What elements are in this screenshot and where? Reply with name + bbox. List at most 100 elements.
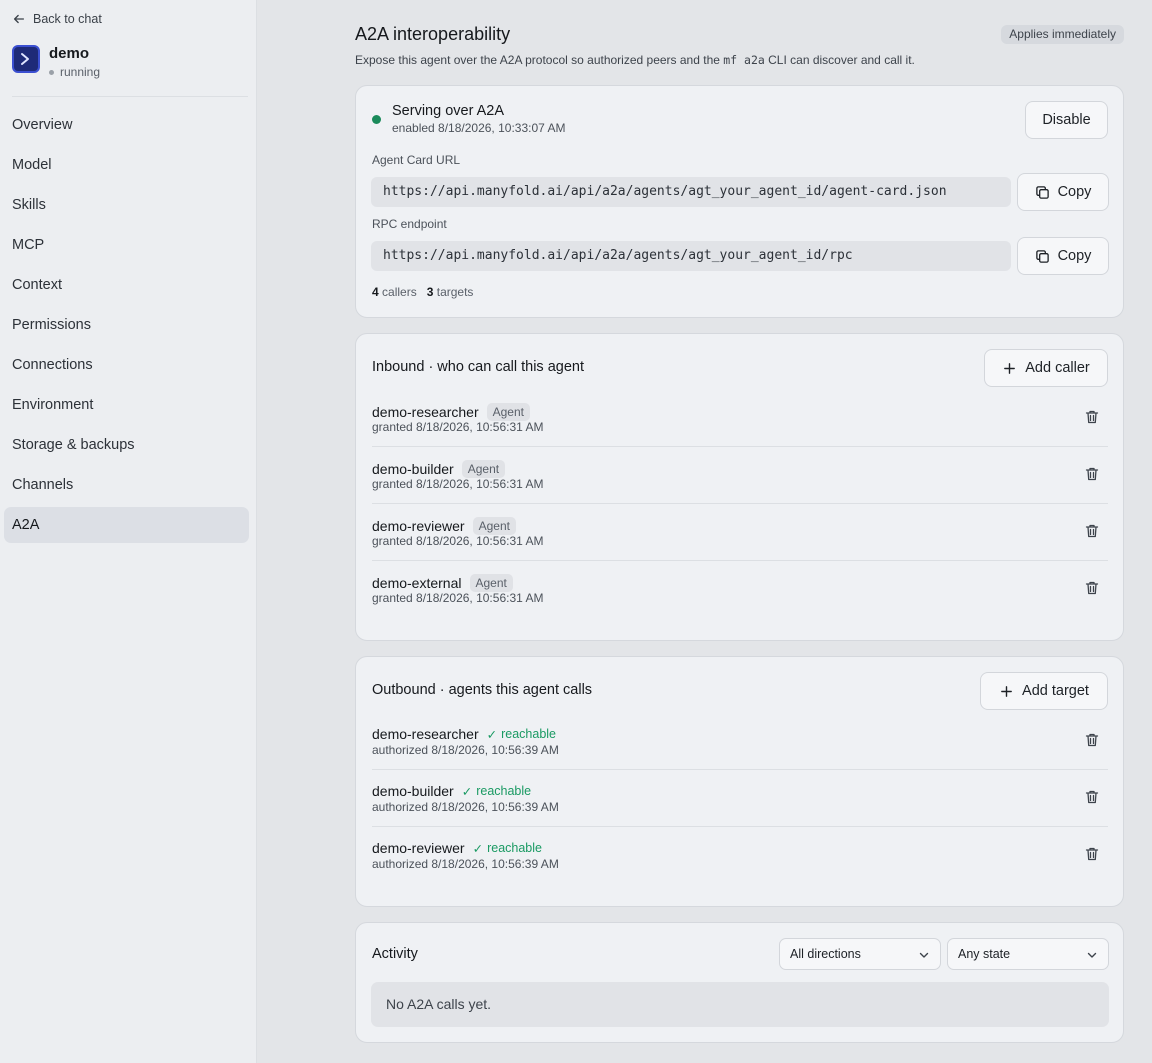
granted-time: granted 8/18/2026, 10:56:31 AM (372, 420, 544, 434)
agent-name: demo-external (372, 575, 462, 591)
reachable-status: ✓ reachable (473, 841, 542, 856)
sidebar-item-skills[interactable]: Skills (4, 187, 249, 223)
rpc-endpoint-field[interactable]: https://api.manyfold.ai/api/a2a/agents/a… (371, 241, 1011, 271)
rpc-endpoint-label: RPC endpoint (372, 217, 447, 231)
list-item: demo-reviewer Agent granted 8/18/2026, 10:… (372, 504, 1108, 561)
add-caller-label: Add caller (1025, 360, 1090, 376)
list-item-name-line: demo-external Agent (372, 574, 513, 592)
agent-name: demo-builder (372, 783, 454, 799)
agent-name: demo-researcher (372, 726, 479, 742)
copy-label: Copy (1057, 248, 1092, 264)
activity-card: Activity All directions Any state No A2A… (355, 922, 1124, 1043)
reachable-status: ✓ reachable (462, 784, 531, 799)
sidebar-item-mcp[interactable]: MCP (4, 227, 249, 263)
check-icon: ✓ (472, 841, 484, 856)
agent-card-url-label: Agent Card URL (372, 153, 461, 167)
reachable-label: reachable (501, 727, 556, 741)
granted-time: authorized 8/18/2026, 10:56:39 AM (372, 743, 559, 757)
list-item-name-line: demo-researcher ✓ reachable (372, 726, 556, 742)
back-to-chat-link[interactable]: Back to chat (12, 11, 102, 27)
add-target-button[interactable]: Add target (980, 672, 1108, 710)
direction-select-value: All directions (790, 947, 861, 961)
trash-icon[interactable] (1084, 580, 1100, 596)
serving-status-dot-icon (372, 115, 381, 124)
outbound-title: Outbound · agents this agent calls (372, 682, 593, 698)
agent-name: demo-builder (372, 461, 454, 477)
inbound-card: Inbound · who can call this agent Add ca… (355, 333, 1124, 641)
list-item: demo-reviewer ✓ reachable authorized 8/18/2… (372, 827, 1108, 884)
agent-type-badge: Agent (461, 460, 506, 478)
copy-rpc-endpoint-button[interactable]: Copy (1017, 237, 1109, 275)
list-item-name-line: demo-builder ✓ reachable (372, 783, 531, 799)
caller-target-counts: 4 callers 3 targets (372, 285, 473, 299)
direction-select[interactable]: All directions (779, 938, 941, 970)
list-item: demo-researcher Agent granted 8/18/2026, 1… (372, 390, 1108, 447)
trash-icon[interactable] (1084, 732, 1100, 748)
list-item-name-line: demo-builder Agent (372, 460, 506, 478)
list-item: demo-researcher ✓ reachable authorized 8/18… (372, 713, 1108, 770)
desc-text-end: CLI can discover and call it. (764, 53, 915, 67)
list-item: demo-external Agent granted 8/18/2026, 10:… (372, 561, 1108, 618)
granted-time: granted 8/18/2026, 10:56:31 AM (372, 591, 544, 605)
targets-count: 3 targets (426, 285, 474, 299)
agent-name: demo-reviewer (372, 518, 465, 534)
sidebar-item-permissions[interactable]: Permissions (4, 307, 249, 343)
disable-label: Disable (1042, 112, 1091, 128)
sidebar-item-storage-backups[interactable]: Storage & backups (4, 427, 249, 463)
page-description: Expose this agent over the A2A protocol … (355, 53, 915, 67)
agent-name: demo-researcher (372, 404, 479, 420)
trash-icon[interactable] (1084, 789, 1100, 805)
applies-badge: Applies immediately (1001, 25, 1124, 44)
check-icon: ✓ (461, 784, 473, 799)
check-icon: ✓ (486, 727, 498, 742)
copy-agent-card-url-button[interactable]: Copy (1017, 173, 1109, 211)
sidebar-divider (12, 96, 248, 97)
activity-empty-state: No A2A calls yet. (371, 982, 1109, 1027)
desc-text: Expose this agent over the A2A protocol … (355, 53, 724, 67)
serving-card: Serving over A2A enabled 8/18/2026, 10:3… (355, 85, 1124, 318)
copy-icon (1035, 249, 1049, 263)
add-target-label: Add target (1022, 683, 1089, 699)
granted-time: granted 8/18/2026, 10:56:31 AM (372, 534, 544, 548)
agent-type-badge: Agent (486, 403, 530, 421)
agent-type-badge: Agent (469, 574, 513, 592)
desc-code: mf a2a (723, 53, 765, 67)
state-select[interactable]: Any state (947, 938, 1109, 970)
agent-header: demo running (12, 44, 100, 79)
chevron-down-icon (1087, 952, 1097, 958)
agent-logo-icon (12, 45, 40, 73)
list-item-name-line: demo-reviewer ✓ reachable (372, 840, 542, 856)
agent-type-badge: Agent (472, 517, 516, 535)
chevron-down-icon (919, 952, 929, 958)
sidebar-item-context[interactable]: Context (4, 267, 249, 303)
outbound-card: Outbound · agents this agent calls Add t… (355, 656, 1124, 907)
trash-icon[interactable] (1084, 409, 1100, 425)
sidebar-item-overview[interactable]: Overview (4, 107, 249, 143)
trash-icon[interactable] (1084, 523, 1100, 539)
back-label: Back to chat (33, 12, 102, 26)
copy-icon (1035, 185, 1049, 199)
sidebar-nav: Overview Model Skills MCP Context Permis… (4, 107, 249, 547)
plus-icon (1001, 685, 1012, 697)
sidebar-item-connections[interactable]: Connections (4, 347, 249, 383)
granted-time: authorized 8/18/2026, 10:56:39 AM (372, 800, 559, 814)
disable-button[interactable]: Disable (1025, 101, 1108, 139)
sidebar-item-channels[interactable]: Channels (4, 467, 249, 503)
reachable-status: ✓ reachable (487, 727, 556, 742)
sidebar-item-environment[interactable]: Environment (4, 387, 249, 423)
list-item: demo-builder Agent granted 8/18/2026, 10:5… (372, 447, 1108, 504)
sidebar-item-model[interactable]: Model (4, 147, 249, 183)
trash-icon[interactable] (1084, 466, 1100, 482)
arrow-left-icon (13, 14, 25, 24)
sidebar-item-a2a[interactable]: A2A (4, 507, 249, 543)
page-title: A2A interoperability (355, 24, 511, 44)
copy-label: Copy (1057, 184, 1092, 200)
list-item: demo-builder ✓ reachable authorized 8/18/20… (372, 770, 1108, 827)
list-item-name-line: demo-reviewer Agent (372, 517, 516, 535)
list-item-name-line: demo-researcher Agent (372, 403, 530, 421)
reachable-label: reachable (476, 784, 532, 798)
trash-icon[interactable] (1084, 846, 1100, 862)
agent-status-label: running (60, 65, 101, 79)
add-caller-button[interactable]: Add caller (984, 349, 1108, 387)
agent-card-url-field[interactable]: https://api.manyfold.ai/api/a2a/agents/a… (371, 177, 1011, 207)
